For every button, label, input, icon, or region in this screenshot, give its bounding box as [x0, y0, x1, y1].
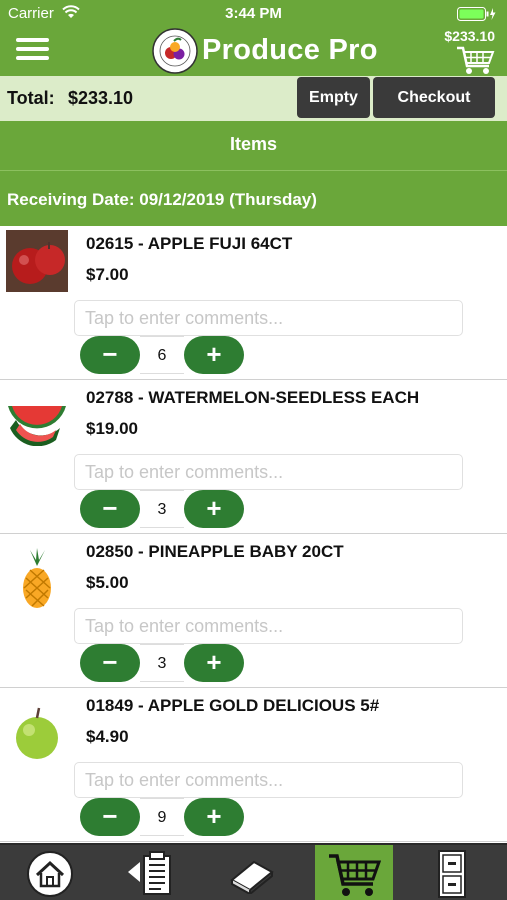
tab-home[interactable] [0, 845, 101, 900]
item-title: 01849 - APPLE GOLD DELICIOUS 5# [86, 696, 380, 715]
home-icon [27, 851, 73, 897]
green-apple-icon [16, 707, 58, 759]
tab-catalog[interactable] [202, 845, 303, 900]
decrease-quantity-button[interactable]: − [80, 644, 140, 682]
watermelon-icon [8, 406, 66, 446]
list-item: 02615 - APPLE FUJI 64CT $7.00 − 6 + [0, 226, 507, 380]
decrease-quantity-button[interactable]: − [80, 490, 140, 528]
decrease-quantity-button[interactable]: − [80, 336, 140, 374]
item-price: $5.00 [86, 573, 129, 592]
status-time: 3:44 PM [225, 5, 282, 22]
comment-input[interactable] [74, 762, 463, 798]
tab-order-list[interactable] [101, 845, 202, 900]
header-cart-total: $233.10 [444, 28, 495, 44]
receiving-date: Receiving Date: 09/12/2019 (Thursday) [0, 171, 507, 226]
catalog-book-icon [230, 860, 274, 894]
quantity-value[interactable]: 3 [140, 644, 184, 682]
bottom-tab-bar [0, 843, 507, 900]
total-label: Total: [7, 88, 55, 108]
cart-icon [329, 854, 381, 896]
list-item: 02850 - PINEAPPLE BABY 20CT $5.00 − 3 + [0, 534, 507, 688]
increase-quantity-button[interactable]: + [184, 644, 244, 682]
battery-icon [457, 7, 496, 21]
items-section-header: Items [0, 121, 507, 171]
quantity-value[interactable]: 9 [140, 798, 184, 836]
total-value: $233.10 [68, 88, 134, 108]
empty-cart-button[interactable]: Empty [297, 77, 370, 118]
comment-input[interactable] [74, 300, 463, 336]
tab-cart[interactable] [315, 845, 393, 900]
comment-input[interactable] [74, 454, 463, 490]
item-title: 02788 - WATERMELON-SEEDLESS EACH [86, 388, 420, 407]
cabinet-icon [438, 850, 466, 898]
order-list-icon [128, 851, 171, 895]
quantity-value[interactable]: 6 [140, 336, 184, 374]
increase-quantity-button[interactable]: + [184, 798, 244, 836]
item-title: 02850 - PINEAPPLE BABY 20CT [86, 542, 344, 561]
cart-item-list[interactable]: 02615 - APPLE FUJI 64CT $7.00 − 6 + 0278… [0, 226, 507, 843]
item-price: $4.90 [86, 727, 129, 746]
total-bar: Total: $233.10 Empty Checkout [0, 76, 507, 121]
tab-cabinet[interactable] [393, 845, 507, 900]
increase-quantity-button[interactable]: + [184, 490, 244, 528]
produce-pro-logo-icon [152, 28, 198, 74]
quantity-value[interactable]: 3 [140, 490, 184, 528]
checkout-button[interactable]: Checkout [373, 77, 495, 118]
comment-input[interactable] [74, 608, 463, 644]
hamburger-menu-icon[interactable] [16, 38, 49, 60]
item-price: $7.00 [86, 265, 129, 284]
red-apple-icon [6, 230, 68, 292]
list-item: 01849 - APPLE GOLD DELICIOUS 5# $4.90 − … [0, 688, 507, 842]
status-bar: Carrier 3:44 PM [0, 0, 507, 28]
header-cart-icon[interactable] [455, 44, 495, 76]
quantity-stepper: − 3 + [80, 490, 244, 528]
quantity-stepper: − 9 + [80, 798, 244, 836]
list-item: 02788 - WATERMELON-SEEDLESS EACH $19.00 … [0, 380, 507, 534]
quantity-stepper: − 3 + [80, 644, 244, 682]
app-title: Produce Pro [202, 34, 378, 66]
decrease-quantity-button[interactable]: − [80, 798, 140, 836]
app-header: Produce Pro $233.10 [0, 28, 507, 76]
item-title: 02615 - APPLE FUJI 64CT [86, 234, 293, 253]
item-price: $19.00 [86, 419, 138, 438]
quantity-stepper: − 6 + [80, 336, 244, 374]
increase-quantity-button[interactable]: + [184, 336, 244, 374]
pineapple-icon [23, 548, 51, 608]
